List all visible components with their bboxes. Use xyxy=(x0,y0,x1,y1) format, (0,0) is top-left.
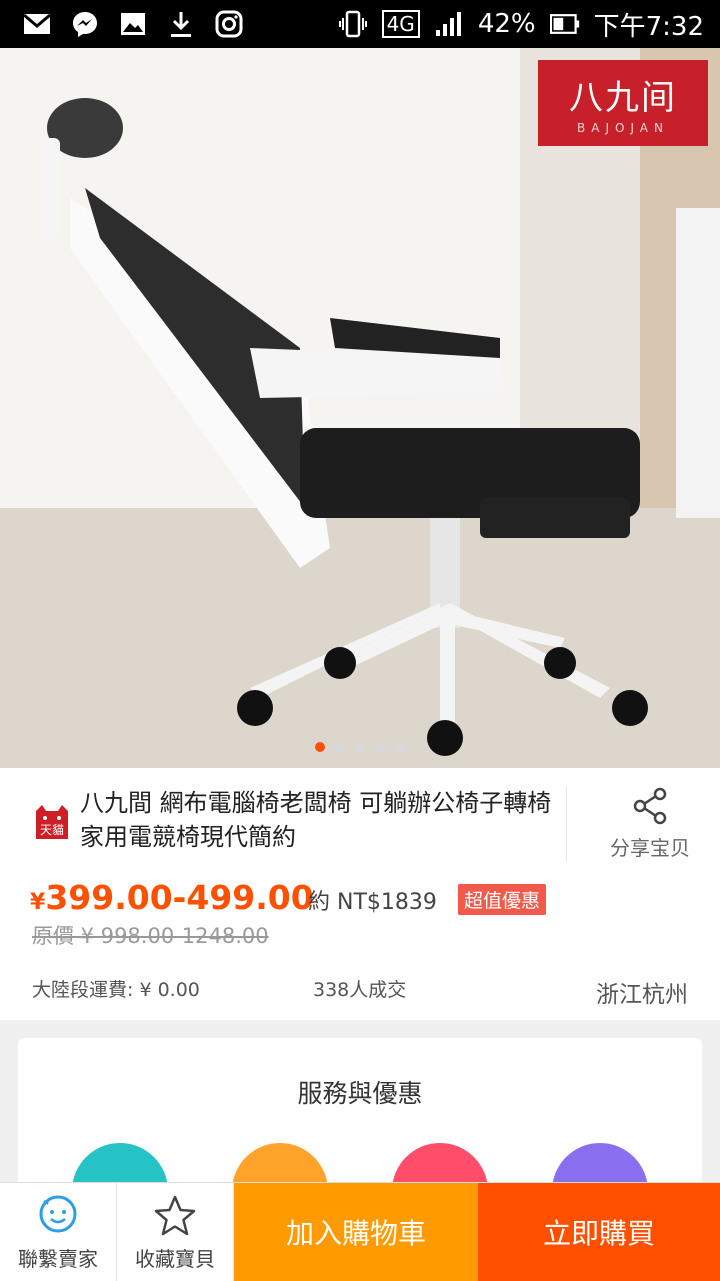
share-label: 分享宝贝 xyxy=(610,836,690,860)
carousel-dot[interactable] xyxy=(375,742,385,752)
product-image xyxy=(0,48,720,768)
status-bar: 4G 42% 下午7:32 xyxy=(0,0,720,48)
carousel-dot[interactable] xyxy=(335,742,345,752)
signal-icon xyxy=(434,9,464,39)
brand-logo-cn: 八九间 xyxy=(569,78,677,118)
vibrate-icon xyxy=(338,9,368,39)
shipping-fee: 大陸段運費: ¥ 0.00 xyxy=(32,979,200,1001)
seller-location: 浙江杭州 xyxy=(596,982,688,1008)
favorite-button[interactable]: 收藏寶貝 xyxy=(117,1183,234,1281)
product-title: 八九間 網布電腦椅老闆椅 可躺辦公椅子轉椅 家用電競椅現代簡約 xyxy=(80,789,552,851)
carousel-indicator xyxy=(0,742,720,752)
divider xyxy=(566,786,567,862)
sold-count: 338人成交 xyxy=(313,979,407,1001)
gallery-icon xyxy=(118,9,148,39)
battery-percent: 42% xyxy=(477,9,536,39)
chat-icon xyxy=(35,1193,81,1239)
product-image-carousel[interactable]: 八九间 BAJOJAN xyxy=(0,48,720,768)
services-title: 服務與優惠 xyxy=(297,1079,423,1108)
brand-logo: 八九间 BAJOJAN xyxy=(538,60,708,146)
share-button[interactable]: 分享宝贝 xyxy=(580,786,720,861)
approx-price: 約 NT$1839 xyxy=(308,890,437,915)
price: ¥399.00-499.00 xyxy=(30,878,314,917)
tmall-badge-text: 天貓 xyxy=(40,823,64,837)
buy-now-button[interactable]: 立即購買 xyxy=(478,1183,720,1281)
star-icon xyxy=(152,1193,198,1239)
share-icon xyxy=(630,786,670,826)
tmall-icon: 天貓 xyxy=(32,805,72,839)
brand-logo-en: BAJOJAN xyxy=(577,121,669,135)
clock: 下午7:32 xyxy=(593,11,704,42)
carousel-dot[interactable] xyxy=(355,742,365,752)
price-range: 399.00-499.00 xyxy=(45,878,314,917)
network-type: 4G xyxy=(381,10,420,38)
original-price: 原價 ¥ 998.00-1248.00 xyxy=(32,924,269,948)
messenger-icon xyxy=(70,9,100,39)
contact-seller-label: 聯繫賣家 xyxy=(18,1246,98,1271)
battery-icon xyxy=(549,9,580,39)
download-icon xyxy=(166,9,196,39)
carousel-dot[interactable] xyxy=(315,742,325,752)
bottom-action-bar: 聯繫賣家 收藏寶貝 加入購物車 立即購買 xyxy=(0,1182,720,1281)
carousel-dot[interactable] xyxy=(395,742,405,752)
gmail-icon xyxy=(22,9,52,39)
contact-seller-button[interactable]: 聯繫賣家 xyxy=(0,1183,117,1281)
promo-badge: 超值優惠 xyxy=(458,884,547,915)
favorite-label: 收藏寶貝 xyxy=(135,1246,215,1271)
add-to-cart-button[interactable]: 加入購物車 xyxy=(234,1183,478,1281)
instagram-icon xyxy=(214,9,244,39)
price-currency: ¥ xyxy=(30,890,46,915)
